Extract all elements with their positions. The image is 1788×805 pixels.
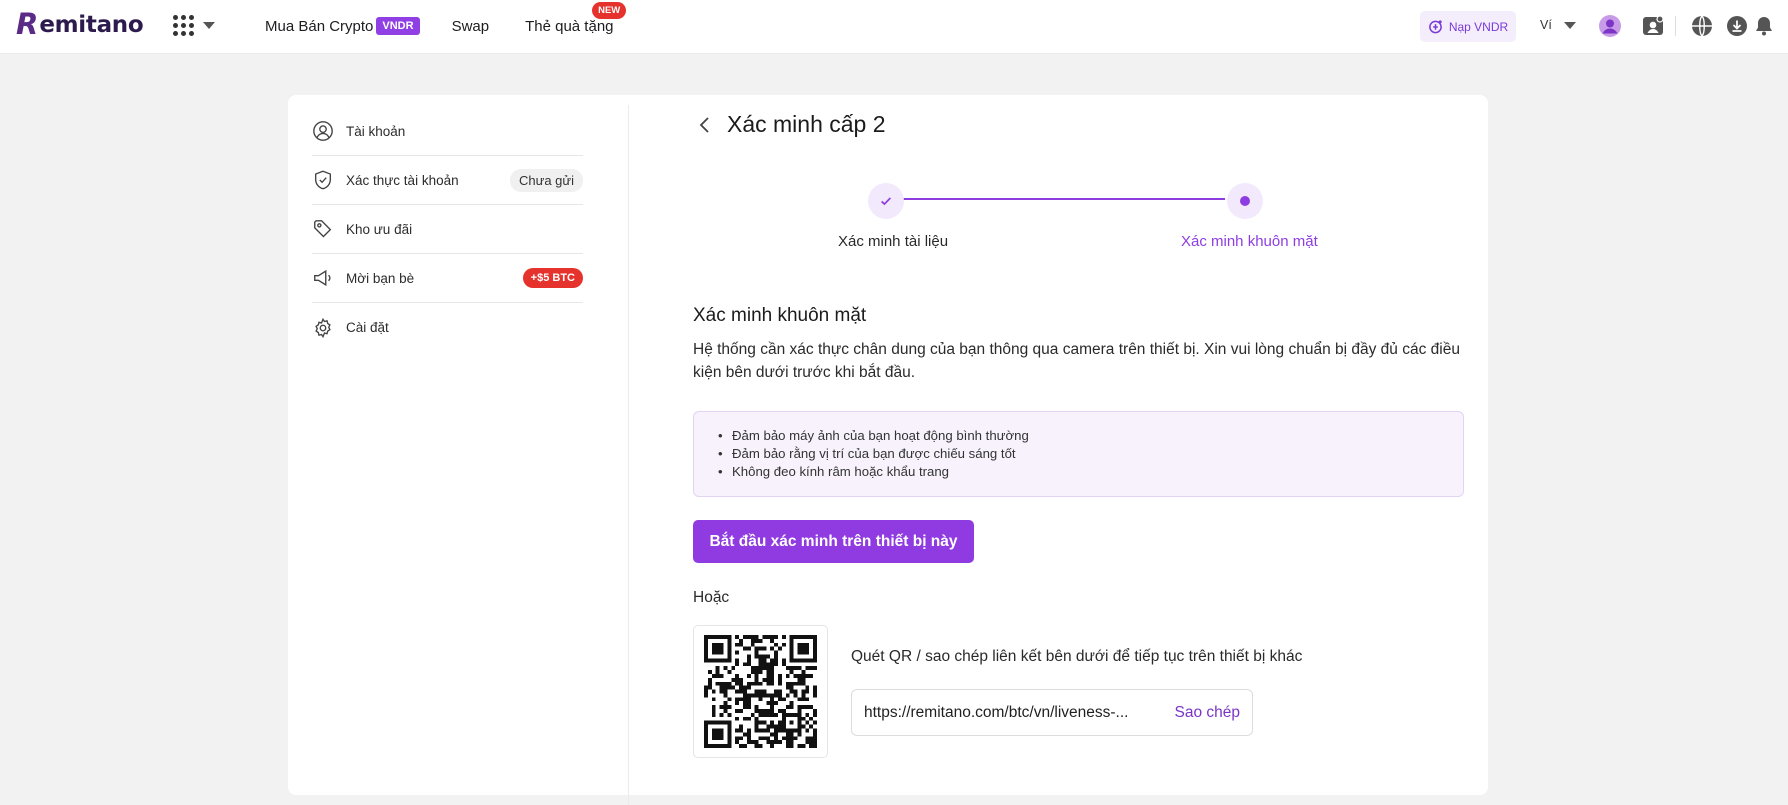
settings-card: Tài khoản Xác thực tài khoản Chưa gửi Kh… (288, 95, 1488, 805)
nav-buy-crypto[interactable]: Mua Bán Crypto VNDR (265, 17, 420, 35)
sidebar-item-label: Kho ưu đãi (346, 221, 413, 237)
nav-swap-label: Swap (451, 17, 490, 35)
sidebar-item-verification[interactable]: Xác thực tài khoản Chưa gửi (312, 156, 583, 205)
nav-buy-crypto-label: Mua Bán Crypto (265, 17, 374, 35)
nav-gift-cards-label: Thẻ quà tặng (525, 17, 614, 35)
requirement-item: Không đeo kính râm hoặc khẩu trang (716, 463, 1441, 481)
logo-mark: R (16, 7, 39, 41)
chevron-down-icon (203, 22, 215, 29)
globe-icon[interactable] (1690, 14, 1714, 38)
sidebar-item-account[interactable]: Tài khoản (312, 107, 583, 156)
grid-icon (173, 15, 194, 36)
logo-text: emitano (39, 11, 144, 38)
chevron-down-icon (1563, 21, 1576, 29)
divider (1675, 16, 1676, 36)
qr-hint: Quét QR / sao chép liên kết bên dưới để … (851, 648, 1303, 665)
section-title: Xác minh khuôn mặt (693, 305, 867, 326)
main-nav: Mua Bán Crypto VNDR Swap Thẻ quà tặng NE… (265, 1, 627, 35)
requirement-item: Đảm bảo rằng vị trí của bạn được chiếu s… (716, 445, 1441, 463)
start-verification-button[interactable]: Bắt đầu xác minh trên thiết bị này (693, 520, 974, 563)
qr-code (693, 625, 828, 758)
sidebar-item-label: Tài khoản (346, 123, 406, 139)
gear-icon (315, 317, 331, 338)
step-progress-line (902, 198, 1225, 200)
sidebar-item-label: Xác thực tài khoản (346, 172, 459, 188)
copy-button[interactable]: Sao chép (1175, 704, 1241, 722)
requirements-box: Đảm bảo máy ảnh của bạn hoạt động bình t… (693, 411, 1464, 497)
sidebar-item-label: Mời bạn bè (346, 270, 415, 286)
shield-icon (314, 170, 332, 190)
verification-link-text[interactable]: https://remitano.com/btc/vn/liveness-... (864, 704, 1165, 722)
sidebar-item-offers[interactable]: Kho ưu đãi (312, 205, 583, 254)
back-arrow-icon[interactable] (693, 113, 717, 137)
new-badge: NEW (592, 1, 627, 19)
step-2-indicator (1227, 183, 1263, 219)
sidebar-item-label: Cài đặt (346, 320, 389, 335)
divider (628, 105, 629, 805)
step-1-label: Xác minh tài liệu (838, 233, 949, 250)
nav-swap[interactable]: Swap (452, 18, 490, 35)
remitano-logo[interactable]: R emitano (16, 7, 144, 41)
megaphone-icon (314, 269, 331, 287)
apps-menu-button[interactable] (173, 15, 215, 36)
bell-icon[interactable] (1752, 14, 1776, 38)
avatar-icon[interactable] (1598, 14, 1622, 38)
nav-gift-cards[interactable]: Thẻ quà tặng NEW (525, 1, 627, 35)
deposit-vndr-button[interactable]: Nạp VNDR (1420, 11, 1516, 42)
user-icon (313, 121, 333, 141)
step-2-label: Xác minh khuôn mặt (1181, 233, 1318, 250)
step-1-indicator (868, 183, 904, 219)
deposit-icon (1428, 20, 1442, 34)
qr-code-image (704, 635, 817, 748)
page-title: Xác minh cấp 2 (727, 111, 886, 137)
wallet-label: Ví (1540, 18, 1552, 32)
requirement-item: Đảm bảo máy ảnh của bạn hoạt động bình t… (716, 427, 1441, 445)
check-icon (881, 197, 892, 206)
verification-link-field[interactable]: https://remitano.com/btc/vn/liveness-...… (851, 689, 1253, 736)
sidebar-item-invite[interactable]: Mời bạn bè +$5 BTC (312, 254, 583, 303)
or-divider-text: Hoặc (693, 589, 730, 606)
top-navbar: R emitano Mua Bán Crypto VNDR Swap Thẻ q… (0, 0, 1788, 54)
section-description: Hệ thống cần xác thực chân dung của bạn … (693, 341, 1460, 381)
download-icon[interactable] (1725, 14, 1749, 38)
active-dot (1240, 196, 1250, 206)
wallet-menu[interactable]: Ví (1540, 18, 1576, 32)
support-icon[interactable] (1641, 14, 1665, 38)
deposit-label: Nạp VNDR (1448, 19, 1509, 34)
vndr-badge: VNDR (376, 17, 420, 35)
status-badge: Chưa gửi (510, 168, 583, 192)
sidebar-item-settings[interactable]: Cài đặt (312, 303, 583, 352)
page-header: Xác minh cấp 2 (693, 111, 886, 138)
tag-icon (314, 220, 332, 238)
account-sidebar: Tài khoản Xác thực tài khoản Chưa gửi Kh… (312, 107, 583, 352)
reward-badge: +$5 BTC (522, 268, 583, 288)
